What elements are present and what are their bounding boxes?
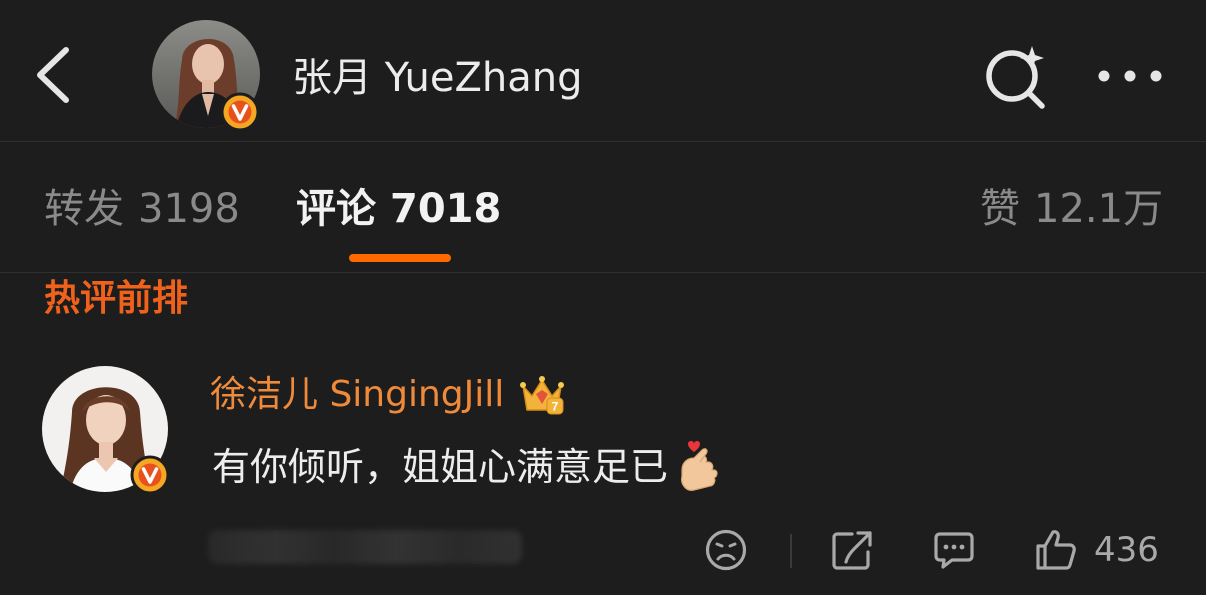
more-options-button[interactable] xyxy=(1094,58,1170,94)
action-separator xyxy=(790,534,792,568)
commenter-verified-badge xyxy=(130,455,170,495)
heart-hand-emoji xyxy=(672,440,720,494)
verified-v-icon xyxy=(130,455,170,495)
verified-v-icon xyxy=(220,92,260,132)
tab-reposts-label: 转发 xyxy=(44,186,124,232)
blurred-comment-meta xyxy=(208,530,522,564)
tab-comments-label: 评论 xyxy=(296,186,376,232)
sad-face-icon xyxy=(705,529,747,571)
share-icon xyxy=(832,531,872,570)
svg-text:7: 7 xyxy=(552,400,559,414)
verified-badge xyxy=(220,92,260,132)
comment-bubble-icon xyxy=(934,532,974,569)
commenter-name-link[interactable]: 徐洁儿 SingingJill 7 xyxy=(210,370,565,420)
tab-comments-count: 7018 xyxy=(390,186,502,232)
page-title: 张月 YueZhang xyxy=(292,55,583,101)
tab-comments[interactable]: 评论 7018 xyxy=(296,182,501,236)
comment-text: 有你倾听，姐姐心满意足已 xyxy=(212,440,720,492)
like-button[interactable] xyxy=(1034,528,1078,572)
like-count: 436 xyxy=(1094,530,1159,570)
chevron-left-icon xyxy=(37,47,69,103)
hot-comments-title: 热评前排 xyxy=(44,278,189,319)
tab-reposts-count: 3198 xyxy=(138,186,240,232)
tab-reposts[interactable]: 转发 3198 xyxy=(44,182,240,236)
thumbs-up-icon xyxy=(1036,530,1076,570)
tab-likes-count: 12.1万 xyxy=(1034,186,1164,232)
tab-likes[interactable]: 赞 12.1万 xyxy=(980,182,1163,236)
header-divider xyxy=(0,141,1206,142)
more-horizontal-icon xyxy=(1098,70,1162,82)
tabs-divider xyxy=(0,272,1206,273)
top-bar: 张月 YueZhang xyxy=(0,0,1206,140)
comment-body: 有你倾听，姐姐心满意足已 xyxy=(212,445,669,489)
share-button[interactable] xyxy=(830,528,874,572)
crown-level-7-icon[interactable]: 7 xyxy=(519,372,565,418)
commenter-name: 徐洁儿 SingingJill xyxy=(210,374,505,415)
active-tab-indicator xyxy=(349,254,451,262)
tab-likes-label: 赞 xyxy=(980,186,1020,232)
comment-button[interactable] xyxy=(932,528,976,572)
back-button[interactable] xyxy=(30,40,80,110)
search-button[interactable] xyxy=(982,42,1052,112)
dislike-button[interactable] xyxy=(704,528,748,572)
search-sparkle-icon xyxy=(986,46,1045,109)
